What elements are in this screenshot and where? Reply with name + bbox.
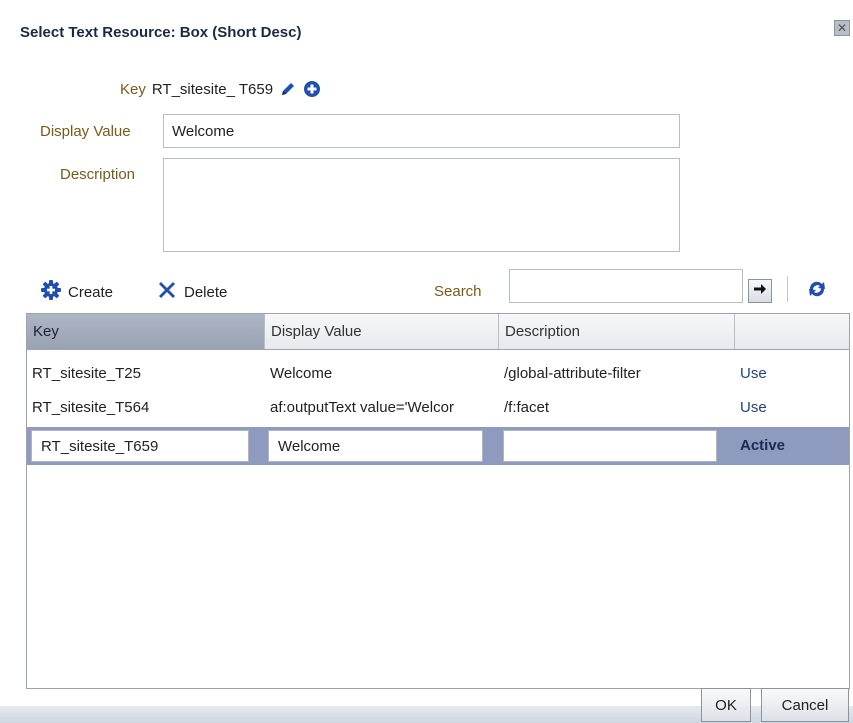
edit-display-value-input[interactable]	[268, 430, 483, 462]
key-label: Key	[120, 80, 146, 98]
cell-display-value: Welcome	[270, 365, 333, 382]
create-label: Create	[68, 283, 114, 301]
delete-button[interactable]: Delete	[156, 279, 227, 305]
table-row-editing[interactable]: Active	[27, 427, 849, 465]
use-link[interactable]: Use	[735, 355, 849, 393]
edit-description-input[interactable]	[503, 430, 717, 462]
cell-display-value: af:outputText value='Welcor	[270, 399, 454, 416]
display-value-label: Display Value	[40, 123, 131, 140]
description-label: Description	[60, 166, 136, 183]
cell-description: /f:facet	[504, 399, 550, 416]
edit-key-input[interactable]	[31, 430, 249, 462]
table-row[interactable]: RT_sitesite_T25 Welcome /global-attribut…	[27, 355, 849, 393]
cell-key: RT_sitesite_T25	[32, 365, 141, 382]
cell-description: /global-attribute-filter	[504, 365, 641, 382]
search-go-button[interactable]	[748, 279, 772, 303]
use-link[interactable]: Use	[735, 389, 849, 427]
active-status: Active	[740, 437, 786, 454]
close-icon[interactable]: ✕	[834, 20, 850, 36]
cell-key: RT_sitesite_T564	[32, 399, 150, 416]
table-header: Key Display Value Description	[27, 314, 849, 350]
column-header-key[interactable]: Key	[27, 314, 265, 349]
gear-plus-icon	[40, 279, 62, 305]
ok-button[interactable]: OK	[701, 688, 751, 722]
refresh-icon[interactable]	[806, 278, 828, 300]
column-header-action	[735, 314, 849, 349]
resources-table: Key Display Value Description RT_sitesit…	[26, 313, 850, 689]
add-circle-icon[interactable]	[303, 80, 321, 98]
create-button[interactable]: Create	[40, 279, 113, 305]
toolbar-separator	[787, 276, 788, 302]
arrow-right-icon	[753, 282, 767, 300]
key-value: RT_sitesite_ T659	[151, 80, 274, 98]
column-header-description[interactable]: Description	[499, 314, 735, 349]
pencil-icon[interactable]	[279, 80, 297, 98]
table-row[interactable]: RT_sitesite_T564 af:outputText value='We…	[27, 389, 849, 427]
description-textarea[interactable]	[163, 158, 680, 252]
delete-label: Delete	[184, 283, 228, 301]
display-value-input[interactable]	[163, 114, 680, 148]
cancel-button[interactable]: Cancel	[761, 688, 849, 722]
column-header-display-value[interactable]: Display Value	[265, 314, 499, 349]
x-icon	[156, 279, 178, 305]
search-input[interactable]	[509, 269, 743, 303]
search-label: Search	[434, 283, 482, 300]
dialog-title: Select Text Resource: Box (Short Desc)	[20, 24, 302, 41]
key-row: Key RT_sitesite_ T659	[120, 80, 321, 98]
